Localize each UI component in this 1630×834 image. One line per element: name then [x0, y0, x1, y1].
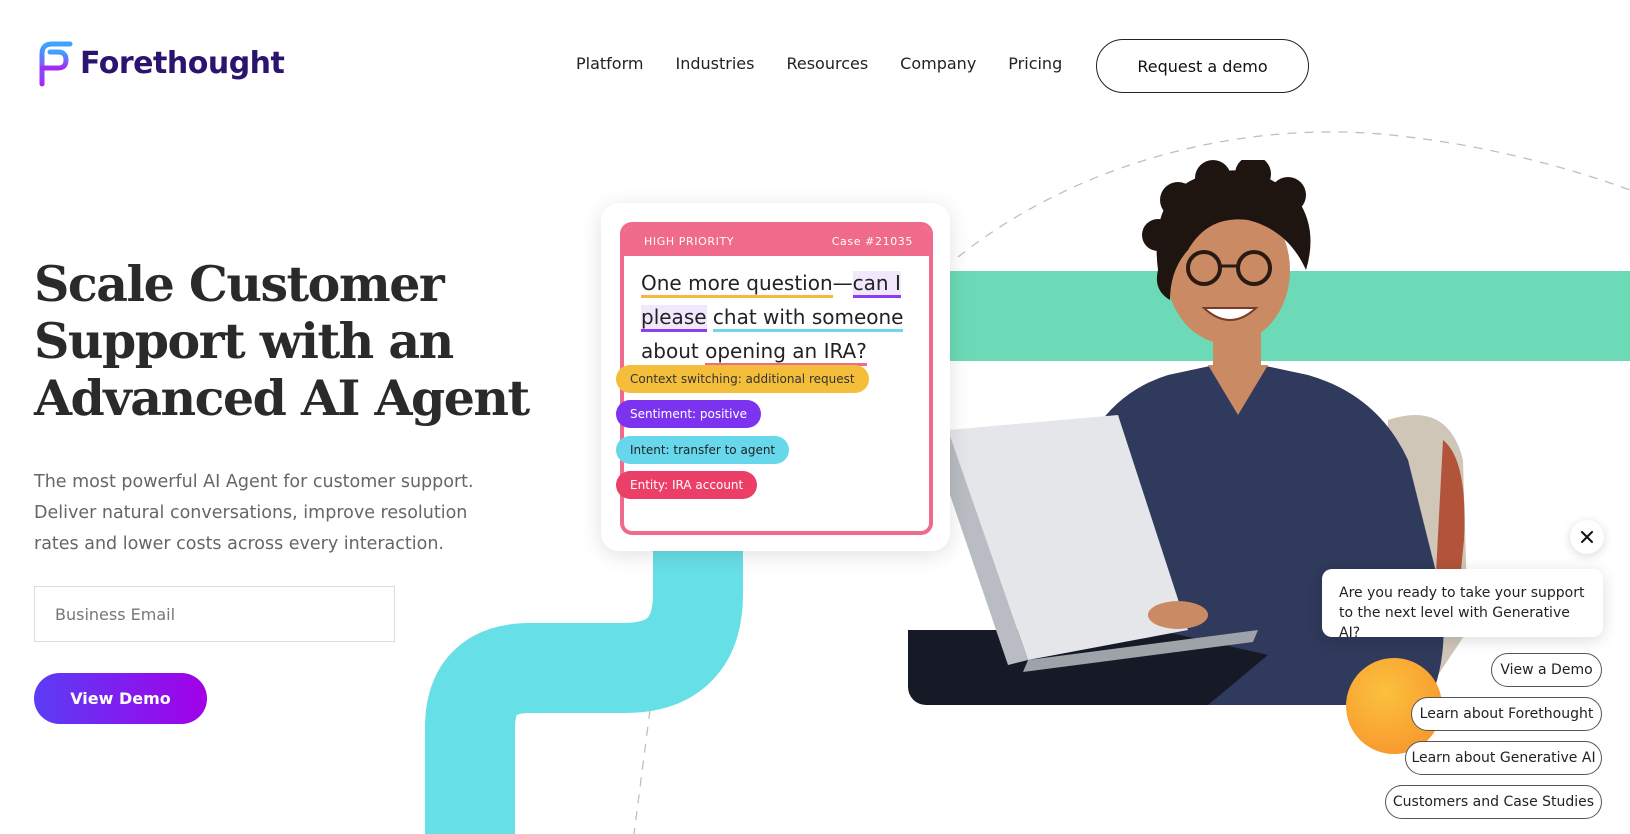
hero-title-line: Support with an	[34, 312, 454, 370]
highlight-entity: opening an IRA?	[705, 339, 867, 366]
forethought-logo-icon	[39, 41, 73, 87]
request-demo-button[interactable]: Request a demo	[1096, 39, 1309, 93]
highlight-intent: chat with someone	[712, 305, 904, 332]
chat-option-learn-generative-ai[interactable]: Learn about Generative AI	[1405, 741, 1602, 775]
case-message: One more question—can I please chat with…	[641, 266, 916, 368]
nav-resources[interactable]: Resources	[786, 54, 868, 73]
chat-option-learn-forethought[interactable]: Learn about Forethought	[1411, 697, 1602, 731]
nav-pricing[interactable]: Pricing	[1008, 54, 1062, 73]
tag-sentiment: Sentiment: positive	[616, 400, 761, 428]
chat-option-case-studies[interactable]: Customers and Case Studies	[1385, 785, 1602, 819]
business-email-input[interactable]	[34, 586, 395, 642]
hero-title-line: Advanced AI Agent	[34, 369, 530, 427]
close-icon	[1581, 531, 1593, 543]
nav-industries[interactable]: Industries	[675, 54, 754, 73]
brand-logo[interactable]: Forethought	[36, 38, 285, 88]
nav-company[interactable]: Company	[900, 54, 976, 73]
tag-context-switching: Context switching: additional request	[616, 365, 869, 393]
hero-subtitle-line: Deliver natural conversations, improve r…	[34, 503, 468, 523]
message-dash: —	[832, 271, 853, 295]
highlight-context: One more question	[641, 271, 833, 298]
hero-title: Scale Customer Support with an Advanced …	[34, 256, 554, 427]
message-text: about	[641, 339, 699, 363]
view-demo-button[interactable]: View Demo	[34, 673, 207, 724]
case-card: HIGH PRIORITY Case #21035 One more quest…	[601, 203, 950, 551]
main-nav: Platform Industries Resources Company Pr…	[576, 54, 1062, 73]
highlight-sentiment: can I	[852, 271, 901, 298]
case-id: Case #21035	[831, 234, 913, 248]
hero-subtitle: The most powerful AI Agent for customer …	[34, 467, 504, 560]
chat-option-view-demo[interactable]: View a Demo	[1491, 653, 1602, 687]
highlight-sentiment: please	[641, 305, 707, 332]
chat-close-button[interactable]	[1570, 520, 1604, 554]
tag-intent: Intent: transfer to agent	[616, 436, 790, 464]
hero-title-line: Scale Customer	[34, 255, 445, 313]
nav-platform[interactable]: Platform	[576, 54, 643, 73]
chat-prompt: Are you ready to take your support to th…	[1322, 569, 1603, 641]
priority-label: HIGH PRIORITY	[644, 234, 735, 248]
case-header: HIGH PRIORITY Case #21035	[624, 226, 929, 256]
hero-subtitle-line: rates and lower costs across every inter…	[34, 534, 444, 554]
brand-name: Forethought	[80, 45, 285, 81]
hero-subtitle-line: The most powerful AI Agent for customer …	[34, 472, 474, 492]
tag-entity: Entity: IRA account	[616, 471, 758, 499]
